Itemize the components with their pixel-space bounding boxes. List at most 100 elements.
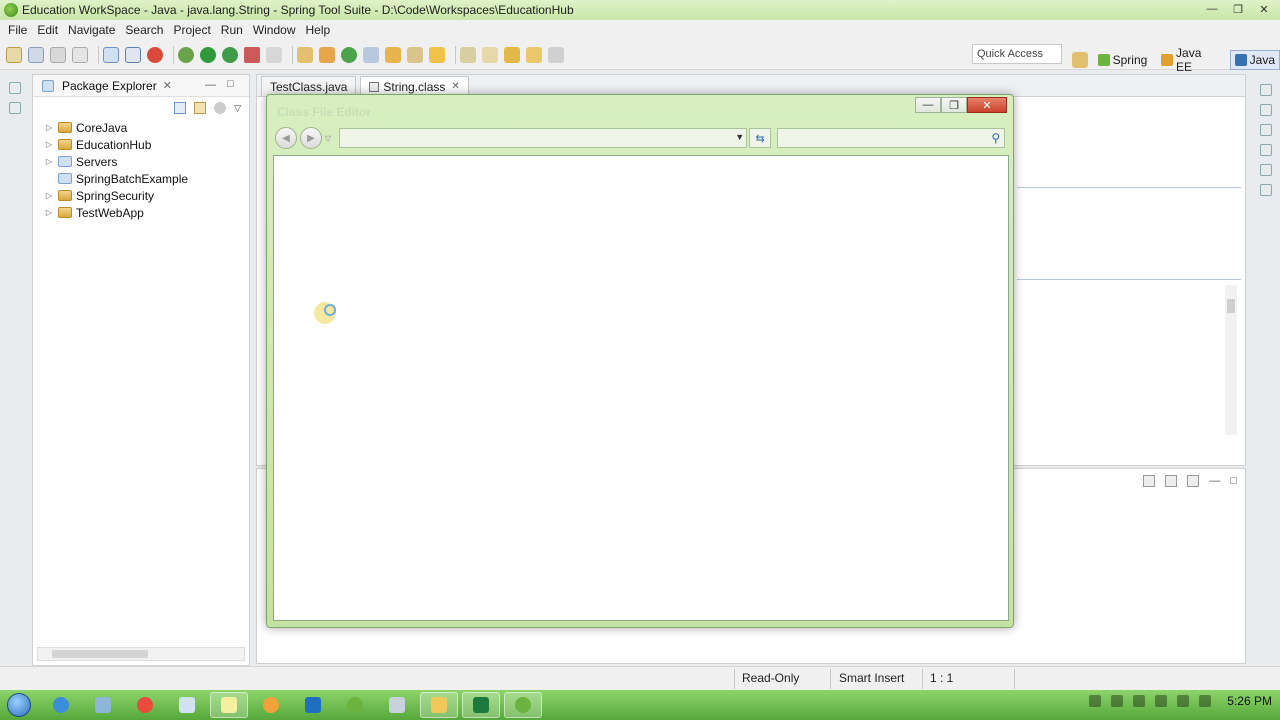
- taskbar-spring-tool-suite-active[interactable]: [504, 692, 542, 718]
- network-icon[interactable]: [1199, 695, 1212, 707]
- next-annotation-icon[interactable]: [460, 46, 476, 63]
- open-perspective-icon[interactable]: [1072, 52, 1088, 68]
- spring-boot-dashboard-icon[interactable]: [147, 46, 163, 63]
- declaration-icon[interactable]: [1260, 184, 1272, 196]
- taskbar-spring-tool-suite[interactable]: [336, 692, 374, 718]
- open-type-icon[interactable]: [363, 46, 379, 63]
- search-input[interactable]: ⚲: [777, 128, 1006, 148]
- menu-edit[interactable]: Edit: [32, 23, 63, 37]
- save-all-icon[interactable]: [50, 46, 66, 63]
- horizontal-scrollbar[interactable]: [37, 647, 245, 661]
- new-icon[interactable]: [6, 46, 22, 63]
- expand-arrow-icon[interactable]: ▷: [43, 191, 55, 200]
- minimize-button[interactable]: —: [1200, 1, 1224, 17]
- hierarchy-icon[interactable]: [9, 102, 21, 114]
- start-button[interactable]: [0, 690, 38, 720]
- expand-arrow-icon[interactable]: ▷: [43, 157, 55, 166]
- taskbar-firefox[interactable]: [252, 692, 290, 718]
- taskbar-sticky-notes[interactable]: [210, 692, 248, 718]
- magnifier-icon[interactable]: ⚲: [991, 131, 1000, 145]
- refresh-icon[interactable]: ⇆: [749, 128, 772, 148]
- menu-search[interactable]: Search: [120, 23, 168, 37]
- quick-access-field[interactable]: Quick Access: [972, 44, 1062, 64]
- vertical-scrollbar[interactable]: [1225, 285, 1237, 435]
- perspective-java-ee[interactable]: Java EE: [1157, 44, 1223, 76]
- last-edit-location-icon[interactable]: [504, 46, 520, 63]
- menu-window[interactable]: Window: [248, 23, 301, 37]
- minimize-icon[interactable]: —: [1209, 475, 1220, 487]
- run-last-tool-icon[interactable]: [222, 46, 238, 63]
- perspective-java[interactable]: Java: [1229, 50, 1280, 70]
- tree-item-educationhub[interactable]: ▷ EducationHub: [33, 136, 249, 153]
- minimize-icon[interactable]: —: [205, 79, 216, 91]
- taskbar-internet-explorer[interactable]: [42, 692, 80, 718]
- maximize-icon[interactable]: □: [227, 78, 234, 90]
- menu-navigate[interactable]: Navigate: [63, 23, 120, 37]
- open-task-icon[interactable]: [385, 46, 401, 63]
- previous-annotation-icon[interactable]: [482, 46, 498, 63]
- close-icon[interactable]: ✕: [163, 79, 172, 92]
- stop-icon[interactable]: [244, 46, 260, 63]
- tree-item-corejava[interactable]: ▷ CoreJava: [33, 119, 249, 136]
- taskbar-excel[interactable]: [462, 692, 500, 718]
- taskbar-clock[interactable]: 5:26 PM: [1227, 694, 1272, 708]
- print-icon[interactable]: [72, 46, 88, 63]
- open-folder-icon[interactable]: [429, 46, 445, 63]
- close-button[interactable]: ✕: [967, 97, 1007, 113]
- taskbar-file-explorer[interactable]: [420, 692, 458, 718]
- close-icon[interactable]: ✕: [451, 81, 459, 92]
- outline-icon[interactable]: [1260, 104, 1272, 116]
- scrollbar-thumb[interactable]: [52, 650, 148, 658]
- link-with-editor-icon[interactable]: [194, 102, 207, 114]
- forward-icon[interactable]: [548, 46, 564, 63]
- new-package-icon[interactable]: [319, 46, 335, 63]
- chevron-down-icon[interactable]: ▼: [735, 132, 744, 142]
- menu-run[interactable]: Run: [216, 23, 248, 37]
- taskbar-calculator[interactable]: [378, 692, 416, 718]
- taskbar-notepad[interactable]: [168, 692, 206, 718]
- expand-arrow-icon[interactable]: ▷: [43, 140, 55, 149]
- save-icon[interactable]: [28, 46, 44, 63]
- action-center-icon[interactable]: [1133, 695, 1146, 707]
- show-hidden-icons-icon[interactable]: [1089, 695, 1102, 707]
- new-class-icon[interactable]: [341, 46, 357, 63]
- terminal-icon[interactable]: [103, 46, 119, 63]
- problems-icon[interactable]: [1260, 144, 1272, 156]
- toggle-search-icon[interactable]: [125, 46, 141, 63]
- maximize-icon[interactable]: □: [1230, 475, 1237, 487]
- tab-testclass-java[interactable]: TestClass.java: [261, 76, 357, 96]
- menu-project[interactable]: Project: [168, 23, 215, 37]
- perspective-spring[interactable]: Spring: [1094, 51, 1152, 69]
- maximize-button[interactable]: ❐: [1226, 1, 1250, 17]
- taskbar-chrome[interactable]: [126, 692, 164, 718]
- maximize-button[interactable]: ❐: [941, 97, 967, 113]
- open-console-icon[interactable]: [1187, 475, 1200, 487]
- tab-string-class[interactable]: String.class ✕: [360, 76, 469, 96]
- power-icon[interactable]: [1155, 695, 1168, 707]
- tree-item-testwebapp[interactable]: ▷ TestWebApp: [33, 204, 249, 221]
- debug-icon[interactable]: [178, 46, 194, 63]
- spring-explorer-icon[interactable]: [1260, 124, 1272, 136]
- restore-icon[interactable]: [1260, 84, 1272, 96]
- scrollbar-thumb[interactable]: [1227, 299, 1235, 313]
- package-explorer-title[interactable]: Package Explorer: [62, 79, 157, 93]
- taskbar-visual-studio-code[interactable]: [294, 692, 332, 718]
- close-button[interactable]: ✕: [1252, 1, 1276, 17]
- volume-icon[interactable]: [1177, 695, 1190, 707]
- tree-item-servers[interactable]: ▷ Servers: [33, 153, 249, 170]
- new-java-project-icon[interactable]: [297, 46, 313, 63]
- back-arrow-icon[interactable]: ◀: [275, 127, 297, 149]
- minimize-button[interactable]: —: [915, 97, 941, 113]
- collapse-all-icon[interactable]: [174, 102, 187, 114]
- forward-arrow-icon[interactable]: ▶: [300, 127, 322, 149]
- address-bar[interactable]: ▼: [339, 128, 748, 148]
- display-console-icon[interactable]: [1165, 475, 1178, 487]
- restore-icon[interactable]: [9, 82, 21, 94]
- connect-icon[interactable]: [266, 46, 282, 63]
- taskbar-keyboard[interactable]: [84, 692, 122, 718]
- expand-arrow-icon[interactable]: ▷: [43, 208, 55, 217]
- tree-item-springbatchexample[interactable]: SpringBatchExample: [33, 170, 249, 187]
- network-signal-icon[interactable]: [1111, 695, 1124, 707]
- pin-icon[interactable]: [1143, 475, 1156, 487]
- menu-help[interactable]: Help: [301, 23, 336, 37]
